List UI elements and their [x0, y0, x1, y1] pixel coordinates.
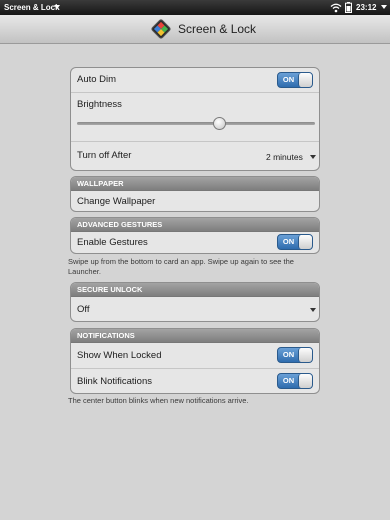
chevron-down-icon[interactable] — [310, 155, 316, 159]
blink-notifications-toggle[interactable]: ON — [277, 373, 313, 389]
change-wallpaper-label[interactable]: Change Wallpaper — [77, 196, 155, 208]
secure-unlock-value[interactable]: Off — [77, 304, 90, 316]
toggle-knob — [298, 73, 312, 87]
auto-dim-toggle[interactable]: ON — [277, 72, 313, 88]
wifi-icon — [330, 3, 342, 13]
notifications-header: NOTIFICATIONS — [71, 329, 319, 343]
turn-off-after-row[interactable]: Turn off After 2 minutes — [71, 142, 319, 170]
change-wallpaper-row[interactable]: Change Wallpaper — [71, 191, 319, 211]
secure-unlock-row[interactable]: Off — [71, 297, 319, 321]
advanced-gestures-header: ADVANCED GESTURES — [71, 218, 319, 232]
show-when-locked-label: Show When Locked — [77, 350, 162, 361]
toggle-state-label: ON — [282, 376, 295, 385]
chevron-down-icon[interactable] — [54, 5, 60, 9]
show-when-locked-row: Show When Locked ON — [71, 343, 319, 369]
wallpaper-header: WALLPAPER — [71, 177, 319, 191]
brightness-row: Brightness — [71, 93, 319, 142]
page-title: Screen & Lock — [178, 22, 257, 36]
turn-off-after-value[interactable]: 2 minutes — [266, 152, 303, 163]
toggle-knob — [298, 374, 312, 388]
enable-gestures-row: Enable Gestures ON — [71, 232, 319, 253]
battery-icon — [345, 2, 352, 13]
auto-dim-label: Auto Dim — [77, 74, 117, 85]
toggle-knob — [298, 348, 312, 362]
enable-gestures-label: Enable Gestures — [77, 237, 148, 248]
status-bar-app-title[interactable]: Screen & Lock — [4, 2, 60, 13]
display-settings-group: Auto Dim ON Brightness Turn off After 2 … — [70, 67, 320, 171]
chevron-down-icon[interactable] — [310, 308, 316, 312]
chevron-down-icon[interactable] — [381, 5, 387, 9]
toggle-state-label: ON — [282, 75, 295, 84]
status-bar-time: 23:12 — [356, 3, 377, 12]
brightness-slider-knob[interactable] — [213, 117, 227, 130]
status-bar: Screen & Lock 23:12 — [0, 0, 390, 15]
advanced-gestures-group: ADVANCED GESTURES Enable Gestures ON — [70, 217, 320, 254]
wallpaper-group: WALLPAPER Change Wallpaper — [70, 176, 320, 212]
enable-gestures-toggle[interactable]: ON — [277, 234, 313, 250]
secure-unlock-group: SECURE UNLOCK Off — [70, 282, 320, 322]
brightness-label: Brightness — [77, 99, 122, 110]
secure-unlock-header: SECURE UNLOCK — [71, 283, 319, 297]
notifications-help-text: The center button blinks when new notifi… — [68, 396, 249, 405]
toggle-state-label: ON — [282, 350, 295, 359]
gestures-help-text: Swipe up from the bottom to card an app.… — [68, 257, 294, 276]
auto-dim-row: Auto Dim ON — [71, 68, 319, 93]
blink-notifications-row: Blink Notifications ON — [71, 369, 319, 393]
notifications-group: NOTIFICATIONS Show When Locked ON Blink … — [70, 328, 320, 394]
toggle-state-label: ON — [282, 237, 295, 246]
blink-notifications-label: Blink Notifications — [77, 376, 152, 387]
turn-off-after-label: Turn off After — [77, 150, 132, 161]
show-when-locked-toggle[interactable]: ON — [277, 347, 313, 363]
brightness-slider-track[interactable] — [77, 122, 315, 125]
app-header: Screen & Lock — [0, 15, 390, 44]
toggle-knob — [298, 235, 312, 249]
screen-lock-app-icon — [151, 19, 171, 39]
